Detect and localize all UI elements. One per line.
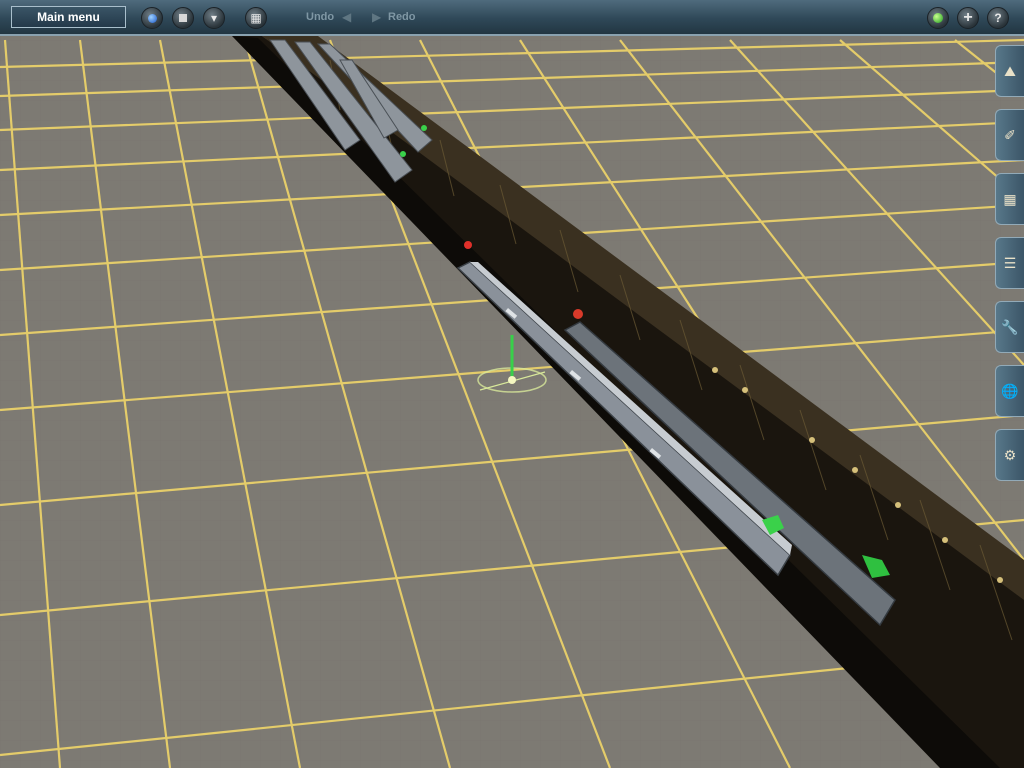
plus-icon[interactable]: +	[957, 7, 979, 29]
green-orb-icon[interactable]	[927, 7, 949, 29]
stop-icon[interactable]	[172, 7, 194, 29]
blue-orb-icon[interactable]	[141, 7, 163, 29]
filter-icon[interactable]: ▾	[203, 7, 225, 29]
track-icon: ☰	[1003, 254, 1017, 271]
grid-icon[interactable]: ▦	[245, 7, 267, 29]
side-tab-track[interactable]: ☰	[995, 237, 1024, 289]
help-icon[interactable]: ?	[987, 7, 1009, 29]
viewport-3d[interactable]	[0, 0, 1024, 768]
undo-arrow-icon: ◀	[342, 10, 352, 24]
redo-arrow-icon: ▶	[372, 10, 382, 24]
side-tab-world[interactable]: 🌐	[995, 365, 1024, 417]
top-toolbar: Main menu ▾ ▦ Undo ◀ ▶ Redo + ?	[0, 0, 1024, 36]
wrench-icon: 🔧	[1001, 318, 1019, 335]
side-tab-objects[interactable]: ▦	[995, 173, 1024, 225]
undo-button[interactable]: Undo	[306, 11, 334, 23]
paint-icon: ✐	[1004, 126, 1016, 143]
side-tab-tools[interactable]: 🔧	[995, 301, 1024, 353]
redo-button[interactable]: Redo	[388, 11, 416, 23]
side-tab-paint[interactable]: ✐	[995, 109, 1024, 161]
side-tab-terrain[interactable]: ⛰	[995, 45, 1024, 97]
terrain-icon: ⛰	[1004, 62, 1016, 79]
object-icon: ▦	[1003, 190, 1017, 207]
settings-icon: ⚙	[1003, 446, 1017, 463]
side-tab-settings[interactable]: ⚙	[995, 429, 1024, 481]
main-menu-button[interactable]: Main menu	[11, 6, 126, 28]
globe-icon: 🌐	[1001, 382, 1019, 399]
